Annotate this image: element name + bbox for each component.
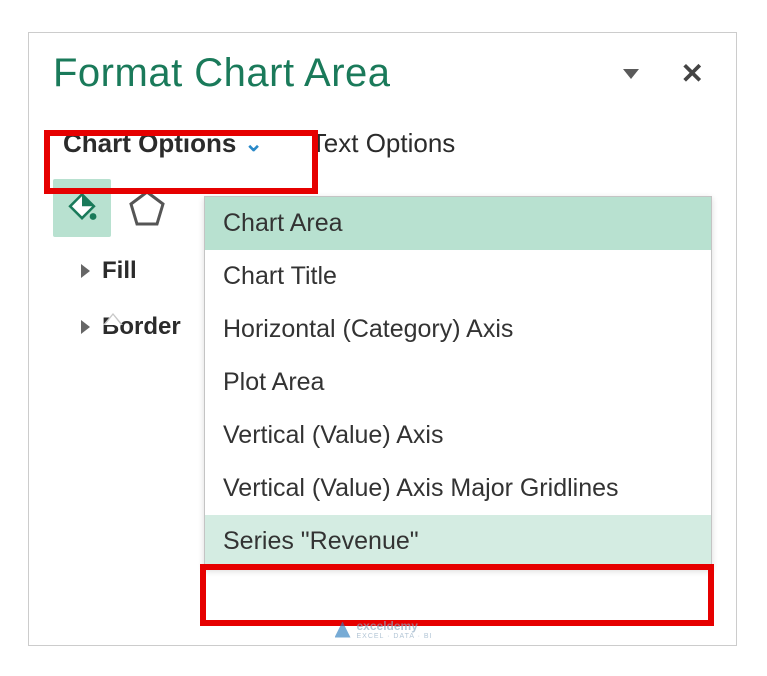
chart-options-dropdown[interactable]: Chart Options ⌄ bbox=[53, 122, 273, 165]
pane-title: Format Chart Area bbox=[53, 51, 391, 96]
header-controls: ✕ bbox=[623, 60, 704, 88]
paint-bucket-icon bbox=[65, 191, 99, 225]
dropdown-item[interactable]: Chart Area bbox=[205, 197, 711, 250]
options-dropdown-icon[interactable] bbox=[623, 69, 639, 79]
chevron-down-icon: ⌄ bbox=[244, 131, 262, 157]
dropdown-item[interactable]: Vertical (Value) Axis Major Gridlines bbox=[205, 462, 711, 515]
text-options-tab[interactable]: Text Options bbox=[311, 128, 456, 159]
close-icon[interactable]: ✕ bbox=[681, 60, 704, 88]
dropdown-item[interactable]: Vertical (Value) Axis bbox=[205, 409, 711, 462]
expand-icon bbox=[81, 320, 90, 334]
dropdown-item[interactable]: Series "Revenue" bbox=[205, 515, 711, 568]
expand-icon bbox=[81, 264, 90, 278]
effects-tab-icon[interactable] bbox=[127, 188, 167, 228]
chart-element-dropdown: Chart AreaChart TitleHorizontal (Categor… bbox=[204, 196, 712, 569]
dropdown-item[interactable]: Horizontal (Category) Axis bbox=[205, 303, 711, 356]
fill-line-tab[interactable] bbox=[53, 179, 111, 237]
dropdown-item[interactable]: Chart Title bbox=[205, 250, 711, 303]
chart-options-label: Chart Options bbox=[63, 128, 236, 159]
fill-label: Fill bbox=[102, 257, 137, 285]
pane-header: Format Chart Area ✕ bbox=[53, 51, 712, 96]
tab-row: Chart Options ⌄ Text Options bbox=[53, 122, 712, 165]
active-tab-indicator bbox=[103, 313, 123, 325]
dropdown-item[interactable]: Plot Area bbox=[205, 356, 711, 409]
